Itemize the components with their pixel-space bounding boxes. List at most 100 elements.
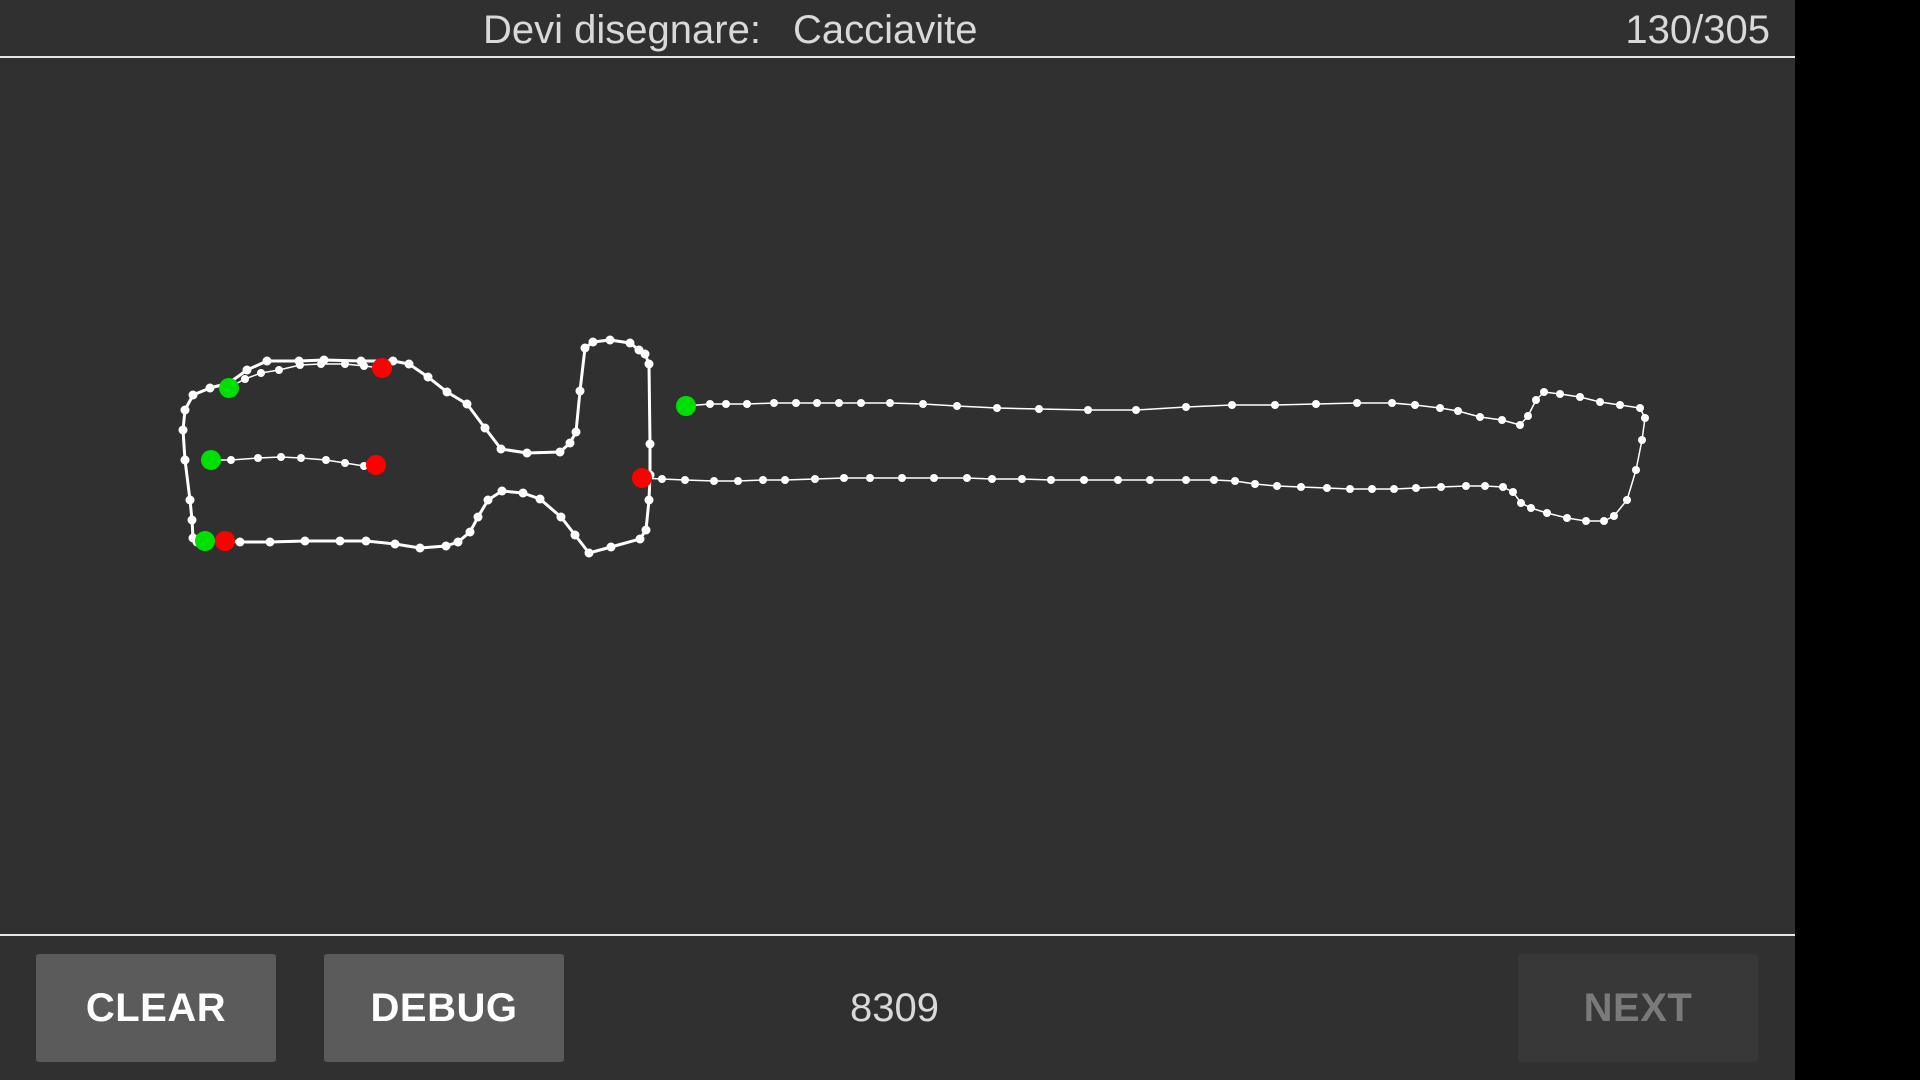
stroke-point [1532, 396, 1540, 404]
stroke-point [706, 400, 714, 408]
app-window: Devi disegnare: Cacciavite 130/305 CLEAR … [0, 0, 1795, 1080]
prompt-label: Devi disegnare: [483, 8, 761, 52]
stroke-point [404, 359, 414, 369]
navigation-strip [1795, 0, 1920, 1080]
stroke-point [1499, 483, 1507, 491]
stroke-point [1273, 482, 1281, 490]
stroke-point [1576, 393, 1584, 401]
stroke-point [722, 400, 730, 408]
stroke-point [1596, 398, 1604, 406]
next-button[interactable]: NEXT [1518, 954, 1758, 1062]
stroke-point [770, 399, 778, 407]
stroke-point [1636, 404, 1644, 412]
stroke-end-marker [215, 531, 235, 551]
stroke-point [441, 541, 451, 551]
score-value: 8309 [850, 986, 939, 1030]
stroke-line [641, 391, 1646, 522]
stroke-point [1411, 401, 1419, 409]
stroke-end-marker [632, 468, 652, 488]
stroke-point [1509, 488, 1517, 496]
stroke-end-marker [366, 455, 386, 475]
stroke-point [555, 447, 565, 457]
stroke-point [254, 454, 262, 462]
stroke-point [518, 488, 528, 498]
stroke-point [658, 475, 666, 483]
stroke-point [635, 534, 645, 544]
stroke-point [1353, 399, 1361, 407]
stroke-point [811, 475, 819, 483]
debug-button[interactable]: DEBUG [324, 954, 564, 1062]
stroke-point [265, 537, 275, 547]
stroke-point [296, 361, 304, 369]
stroke-point [241, 375, 249, 383]
stroke-point [919, 400, 927, 408]
stroke-point [1297, 483, 1305, 491]
stroke-point [734, 477, 742, 485]
stroke-point [1312, 400, 1320, 408]
stroke-point [1146, 476, 1154, 484]
stroke-point [483, 495, 493, 505]
stroke-point [840, 474, 848, 482]
stroke-point [465, 527, 475, 537]
stroke-point [1047, 476, 1055, 484]
stroke-point [262, 356, 272, 366]
stroke-point [185, 495, 195, 505]
stroke-point [866, 474, 874, 482]
clear-button[interactable]: CLEAR [36, 954, 276, 1062]
stroke-point [588, 337, 598, 347]
stroke-point [1390, 485, 1398, 493]
stroke-point [1563, 514, 1571, 522]
stroke-point [1524, 412, 1532, 420]
stroke-point [235, 537, 245, 547]
stroke-point [522, 448, 532, 458]
stroke-point [242, 365, 252, 375]
stroke-point [1018, 475, 1026, 483]
stroke-point [584, 548, 594, 558]
stroke-point [930, 474, 938, 482]
stroke-point [1527, 504, 1535, 512]
stroke-end-marker [372, 358, 392, 378]
stroke-point [535, 494, 545, 504]
stroke-point [565, 438, 575, 448]
stroke-point [1632, 466, 1640, 474]
stroke-point [473, 512, 483, 522]
stroke-point [1498, 416, 1506, 424]
stroke-line [224, 338, 652, 555]
stroke-point [781, 476, 789, 484]
stroke-point [710, 477, 718, 485]
stroke-point [1623, 496, 1631, 504]
stroke-point [963, 474, 971, 482]
stroke-point [1540, 388, 1548, 396]
stroke-point [341, 459, 349, 467]
footer-divider [0, 934, 1795, 936]
stroke-point [1251, 480, 1259, 488]
stroke-point [886, 399, 894, 407]
stroke-point [415, 543, 425, 553]
stroke-point [1182, 476, 1190, 484]
stroke-start-marker [201, 450, 221, 470]
stroke-point [1271, 401, 1279, 409]
stroke-point [835, 399, 843, 407]
stroke-point [1516, 421, 1524, 429]
stroke-point [497, 486, 507, 496]
stroke-point [453, 537, 463, 547]
progress-counter: 130/305 [1625, 8, 1770, 52]
drawing-canvas[interactable] [0, 58, 1795, 934]
stroke-point [605, 335, 615, 345]
stroke-point [180, 405, 190, 415]
stroke-point [300, 536, 310, 546]
stroke-point [988, 475, 996, 483]
header-bar: Devi disegnare: Cacciavite 130/305 [0, 0, 1795, 57]
drawing-prompt: Devi disegnare: Cacciavite [483, 6, 977, 54]
stroke-point [1454, 407, 1462, 415]
stroke-point [1436, 404, 1444, 412]
stroke-point [1543, 509, 1551, 517]
stroke-point [1437, 483, 1445, 491]
stroke-point [575, 386, 585, 396]
stroke-point [644, 359, 654, 369]
stroke-point [1182, 403, 1190, 411]
stroke-point [1132, 406, 1140, 414]
stroke-point [1210, 476, 1218, 484]
stroke-point [257, 369, 265, 377]
stroke-point [1616, 401, 1624, 409]
